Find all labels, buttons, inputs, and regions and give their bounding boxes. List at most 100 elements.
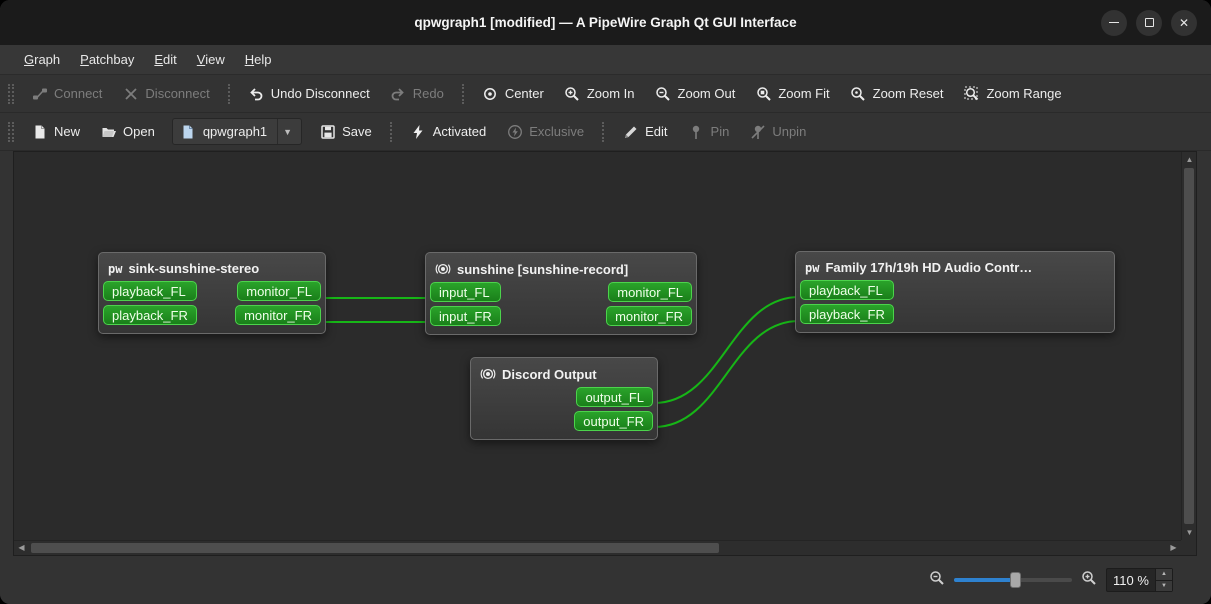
scroll-up-arrow[interactable]: ▲ (1182, 152, 1197, 167)
chevron-down-icon: ▼ (277, 119, 297, 144)
port-output[interactable]: monitor_FL (237, 281, 321, 301)
center-button[interactable]: Center (473, 79, 553, 109)
zoom-fit-icon (755, 85, 772, 102)
zoom-in-icon (1081, 570, 1097, 591)
save-icon (319, 123, 336, 140)
zoom-fit-button[interactable]: Zoom Fit (746, 79, 838, 109)
menu-help[interactable]: Help (235, 45, 282, 74)
node-title: Family 17h/19h HD Audio Contr… (825, 260, 1033, 275)
port-output[interactable]: output_FL (576, 387, 653, 407)
menu-view[interactable]: View (187, 45, 235, 74)
unpin-button[interactable]: Unpin (740, 117, 815, 147)
pin-icon (688, 123, 705, 140)
save-button[interactable]: Save (310, 117, 381, 147)
vertical-scroll-thumb[interactable] (1184, 168, 1194, 524)
activated-button[interactable]: Activated (401, 117, 495, 147)
titlebar[interactable]: qpwgraph1 [modified] — A PipeWire Graph … (0, 0, 1211, 45)
scroll-down-arrow[interactable]: ▼ (1182, 525, 1197, 540)
node-sink-sunshine-stereo[interactable]: pw sink-sunshine-stereo playback_FL play… (98, 252, 326, 334)
port-input[interactable]: playback_FR (103, 305, 197, 325)
patchbay-file-icon (180, 123, 197, 140)
redo-button[interactable]: Redo (381, 79, 453, 109)
exclusive-button[interactable]: Exclusive (497, 117, 593, 147)
horizontal-scroll-thumb[interactable] (31, 543, 719, 553)
zoom-slider-handle[interactable] (1010, 572, 1022, 588)
zoom-in-icon (564, 85, 581, 102)
port-output[interactable]: monitor_FR (235, 305, 321, 325)
zoom-out-icon (929, 570, 945, 591)
connect-button[interactable]: Connect (22, 79, 111, 109)
zoom-spinbox[interactable]: 110 % ▲ ▼ (1106, 568, 1173, 592)
zoom-spin-down[interactable]: ▼ (1156, 579, 1172, 591)
connection[interactable] (653, 320, 800, 428)
close-icon: ✕ (1178, 15, 1190, 30)
toolbar-separator (602, 121, 605, 142)
connections-layer (321, 296, 800, 428)
minimize-icon (1109, 22, 1119, 23)
toolbar-file: New Open qpwgraph1 ▼ Save Activated Excl… (0, 113, 1211, 151)
node-title: Discord Output (502, 366, 597, 382)
disconnect-icon (122, 85, 139, 102)
edit-button[interactable]: Edit (613, 117, 676, 147)
zoom-slider[interactable] (954, 571, 1072, 589)
record-icon (480, 368, 496, 380)
port-input[interactable]: playback_FL (800, 280, 894, 300)
zoom-value: 110 % (1113, 572, 1149, 588)
node-family-hd-audio[interactable]: pw Family 17h/19h HD Audio Contr… playba… (795, 251, 1115, 333)
activated-bolt-icon (410, 123, 427, 140)
exclusive-bolt-icon (506, 123, 523, 140)
zoom-in-button[interactable]: Zoom In (555, 79, 644, 109)
zoom-range-button[interactable]: Zoom Range (954, 79, 1070, 109)
horizontal-scrollbar[interactable]: ◀ ▶ (14, 540, 1181, 555)
port-output[interactable]: output_FR (574, 411, 653, 431)
open-button[interactable]: Open (91, 117, 164, 147)
node-title: sunshine [sunshine-record] (457, 261, 629, 277)
undo-disconnect-button[interactable]: Undo Disconnect (239, 79, 379, 109)
center-icon (482, 85, 499, 102)
pipewire-icon: pw (108, 261, 123, 276)
graph-canvas[interactable]: pw sink-sunshine-stereo playback_FL play… (14, 152, 1181, 540)
close-button[interactable]: ✕ (1171, 9, 1197, 36)
port-input[interactable]: playback_FL (103, 281, 197, 301)
port-output[interactable]: monitor_FR (606, 306, 692, 326)
menu-edit[interactable]: Edit (144, 45, 186, 74)
scroll-right-arrow[interactable]: ▶ (1166, 541, 1181, 555)
zoom-range-icon (963, 85, 980, 102)
maximize-button[interactable] (1136, 9, 1162, 36)
record-icon (435, 263, 451, 275)
minimize-button[interactable] (1101, 9, 1127, 36)
zoom-out-button[interactable]: Zoom Out (646, 79, 745, 109)
edit-pencil-icon (622, 123, 639, 140)
unpin-icon (749, 123, 766, 140)
port-input[interactable]: input_FL (430, 282, 501, 302)
menu-graph[interactable]: Graph (14, 45, 70, 74)
zoom-reset-button[interactable]: Zoom Reset (841, 79, 953, 109)
zoom-reset-icon (850, 85, 867, 102)
pipewire-icon: pw (805, 260, 820, 275)
menu-patchbay[interactable]: Patchbay (70, 45, 144, 74)
port-input[interactable]: input_FR (430, 306, 501, 326)
new-button[interactable]: New (22, 117, 89, 147)
scroll-left-arrow[interactable]: ◀ (14, 541, 29, 555)
vertical-scrollbar[interactable]: ▲ ▼ (1181, 152, 1196, 540)
port-input[interactable]: playback_FR (800, 304, 894, 324)
toolbar-handle[interactable] (8, 83, 14, 104)
window-controls: ✕ (1101, 0, 1197, 45)
scrollbar-corner (1181, 540, 1196, 555)
toolbar-handle[interactable] (8, 121, 14, 142)
patchbay-combo[interactable]: qpwgraph1 ▼ (171, 118, 303, 145)
node-discord-output[interactable]: Discord Output output_FL output_FR (470, 357, 658, 440)
port-output[interactable]: monitor_FL (608, 282, 692, 302)
node-title: sink-sunshine-stereo (128, 261, 260, 276)
disconnect-button[interactable]: Disconnect (113, 79, 218, 109)
toolbar-separator (461, 83, 464, 104)
statusbar: 110 % ▲ ▼ (0, 556, 1211, 604)
pin-button[interactable]: Pin (679, 117, 739, 147)
zoom-spin-up[interactable]: ▲ (1156, 569, 1172, 580)
node-sunshine-record[interactable]: sunshine [sunshine-record] input_FL inpu… (425, 252, 697, 335)
maximize-icon (1144, 18, 1154, 27)
toolbar-graph: Connect Disconnect Undo Disconnect Redo (0, 75, 1211, 113)
window-title: qpwgraph1 [modified] — A PipeWire Graph … (414, 15, 797, 30)
graph-view: pw sink-sunshine-stereo playback_FL play… (13, 151, 1197, 556)
app-window: qpwgraph1 [modified] — A PipeWire Graph … (0, 0, 1211, 604)
